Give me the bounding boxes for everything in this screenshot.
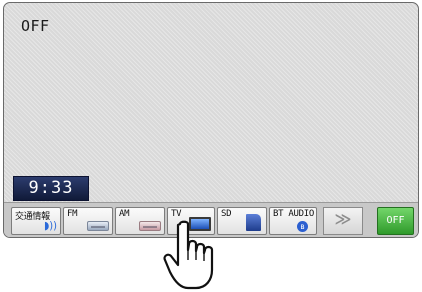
fm-radio-icon: [87, 221, 109, 231]
fm-button[interactable]: FM: [63, 207, 113, 235]
am-label: AM: [119, 209, 130, 219]
bt-audio-button[interactable]: BT AUDIO ʙ: [269, 207, 317, 235]
bt-audio-label: BT AUDIO: [273, 209, 314, 219]
next-sources-button[interactable]: ≫: [323, 207, 363, 235]
traffic-info-icon: ◗)): [44, 219, 57, 232]
clock-display: 9:33: [13, 176, 89, 201]
pointing-hand-icon: [163, 220, 214, 290]
tv-label: TV: [171, 209, 182, 219]
am-button[interactable]: AM: [115, 207, 165, 235]
bluetooth-icon: ʙ: [297, 221, 308, 232]
screen-frame: OFF 9:33 交通情報 ◗)) FM AM TV SD BT AUDIO ʙ…: [3, 2, 419, 238]
fm-label: FM: [67, 209, 78, 219]
sd-label: SD: [221, 209, 232, 219]
traffic-info-button[interactable]: 交通情報 ◗)): [11, 207, 61, 235]
status-text: OFF: [21, 17, 50, 35]
am-radio-icon: [139, 221, 161, 231]
sd-card-icon: [246, 214, 261, 231]
off-button[interactable]: OFF: [377, 207, 414, 235]
